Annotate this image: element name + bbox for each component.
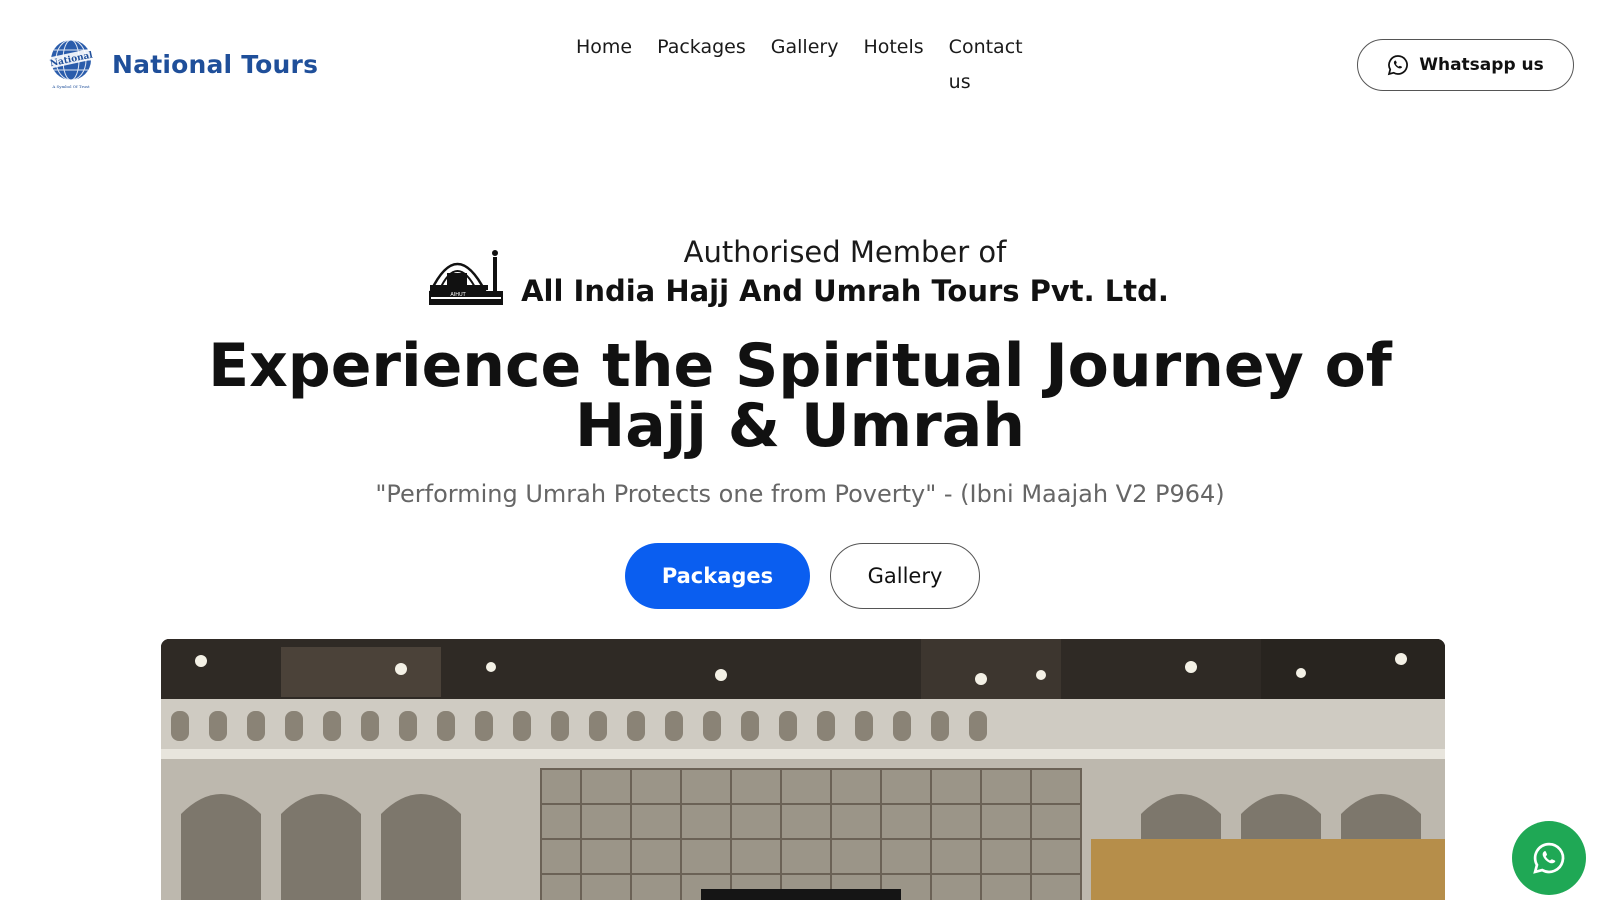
packages-button[interactable]: Packages: [625, 543, 810, 609]
brand[interactable]: National A Symbol Of Trust National Tour…: [46, 38, 318, 90]
site-header: National A Symbol Of Trust National Tour…: [0, 0, 1600, 130]
member-organisation: All India Hajj And Umrah Tours Pvt. Ltd.: [521, 274, 1169, 308]
nav-home[interactable]: Home: [576, 30, 632, 100]
whatsapp-button[interactable]: Whatsapp us: [1357, 39, 1574, 91]
member-line-1: Authorised Member of: [683, 235, 1007, 269]
nav-packages[interactable]: Packages: [657, 30, 746, 100]
national-tours-logo: National A Symbol Of Trust: [48, 39, 94, 89]
whatsapp-icon: [1388, 55, 1409, 76]
nav-hotels[interactable]: Hotels: [863, 30, 923, 100]
hero-quote: "Performing Umrah Protects one from Pove…: [375, 480, 1225, 508]
haram-photo-illustration: [161, 639, 1445, 900]
nav-contact[interactable]: Contact us: [949, 30, 1029, 100]
nav-gallery[interactable]: Gallery: [771, 30, 839, 100]
whatsapp-icon: [1533, 842, 1565, 874]
logo-tagline: A Symbol Of Trust: [51, 84, 90, 89]
brand-name[interactable]: National Tours: [112, 50, 318, 79]
gallery-button[interactable]: Gallery: [830, 543, 980, 609]
floating-whatsapp-button[interactable]: [1512, 821, 1586, 895]
membership-banner: AIHUT Authorised Member of All India Haj…: [0, 232, 1600, 312]
hero-title: Experience the Spiritual Journey of Hajj…: [208, 331, 1392, 461]
hero-buttons: Packages Gallery: [0, 543, 1600, 609]
main-nav: Home Packages Gallery Hotels Contact us: [576, 30, 1029, 100]
whatsapp-button-label: Whatsapp us: [1419, 55, 1544, 75]
hero-image: [161, 639, 1445, 900]
